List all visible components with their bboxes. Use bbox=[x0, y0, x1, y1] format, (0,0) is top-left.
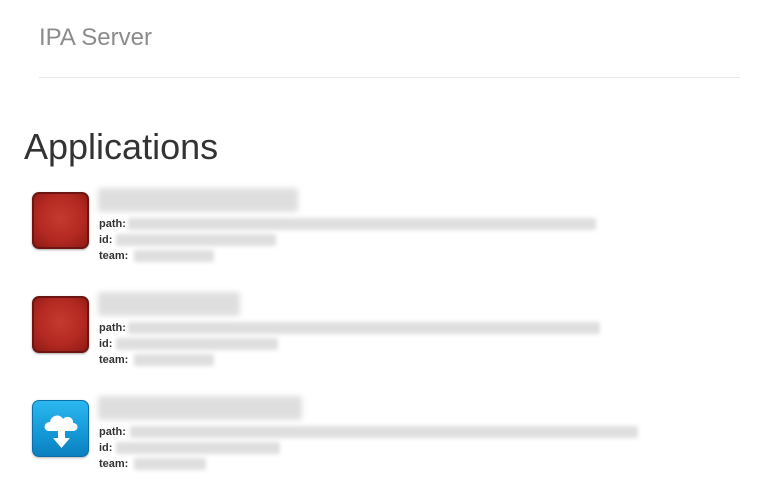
path-value-redacted bbox=[128, 322, 600, 334]
app-icon[interactable] bbox=[32, 296, 89, 353]
header-divider bbox=[39, 77, 740, 78]
id-label: id: bbox=[99, 442, 113, 454]
id-label: id: bbox=[99, 338, 113, 350]
path-label: path: bbox=[99, 218, 126, 230]
app-list-item: path: id: team: bbox=[0, 396, 778, 490]
team-value-redacted bbox=[134, 250, 214, 262]
team-value-redacted bbox=[134, 458, 206, 470]
path-label: path: bbox=[99, 426, 126, 438]
page-title: Applications bbox=[24, 126, 219, 167]
cloud-download-icon[interactable] bbox=[32, 400, 89, 457]
id-value-redacted bbox=[116, 338, 278, 350]
path-value-redacted bbox=[130, 426, 638, 438]
cloud-download-glyph bbox=[44, 415, 78, 448]
app-list-item: path: id: team: bbox=[0, 292, 778, 386]
path-value-redacted bbox=[128, 218, 596, 230]
app-icon[interactable] bbox=[32, 192, 89, 249]
team-value-redacted bbox=[134, 354, 214, 366]
team-label: team: bbox=[99, 458, 129, 470]
app-list-item: path: id: team: bbox=[0, 188, 778, 282]
app-name-redacted[interactable] bbox=[98, 188, 298, 212]
id-label: id: bbox=[99, 234, 113, 246]
app-name-redacted[interactable] bbox=[98, 292, 240, 316]
team-label: team: bbox=[99, 250, 129, 262]
path-label: path: bbox=[99, 322, 126, 334]
team-label: team: bbox=[99, 354, 129, 366]
site-title[interactable]: IPA Server bbox=[39, 24, 152, 52]
app-name-redacted[interactable] bbox=[98, 396, 302, 420]
id-value-redacted bbox=[116, 442, 280, 454]
id-value-redacted bbox=[116, 234, 276, 246]
